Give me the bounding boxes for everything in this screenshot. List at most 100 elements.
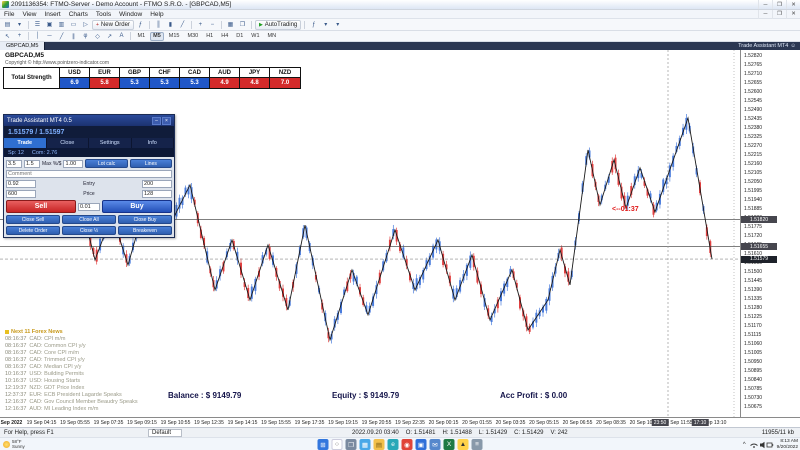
timeframe-M5[interactable]: M5 <box>149 31 165 41</box>
timeframe-H1[interactable]: H1 <box>203 32 217 41</box>
menu-tools[interactable]: Tools <box>92 10 115 19</box>
taskbar-store-icon[interactable]: ▣ <box>415 439 427 450</box>
system-tray[interactable]: ^ 8:13 AM 9/20/2022 <box>743 438 798 450</box>
terminal-icon[interactable]: ▭ <box>68 20 79 30</box>
risk-ratio-input[interactable] <box>24 159 40 168</box>
window-close-button[interactable]: ✕ <box>786 0 800 9</box>
close-all-button[interactable]: Close All <box>62 215 116 224</box>
chart-close-button[interactable]: ✕ <box>786 9 800 19</box>
taskbar-start-icon[interactable]: ⊞ <box>317 439 329 450</box>
stoploss-pips-input[interactable] <box>142 180 172 188</box>
tray-status-icons[interactable] <box>749 440 774 450</box>
crosshair-icon[interactable]: + <box>14 31 25 41</box>
taskbar-notepad-icon[interactable]: ≡ <box>471 439 483 450</box>
taskbar-chrome-icon[interactable]: ◉ <box>401 439 413 450</box>
zoom-out-icon[interactable]: − <box>207 20 218 30</box>
text-label-icon[interactable]: A <box>116 31 127 41</box>
sell-button[interactable]: Sell <box>6 200 76 213</box>
taskbar-metatrader-icon[interactable]: ▲ <box>457 439 469 450</box>
profile-selector[interactable]: Default <box>148 428 183 437</box>
shapes-icon[interactable]: ◇ <box>92 31 103 41</box>
bar-chart-icon[interactable]: ║ <box>153 20 164 30</box>
cursor-icon[interactable]: ↖ <box>2 31 13 41</box>
autotrading-button[interactable]: ▶ AutoTrading <box>254 19 302 30</box>
profiles-icon[interactable]: ▾ <box>14 20 25 30</box>
menu-help[interactable]: Help <box>146 10 167 19</box>
timeframe-D1[interactable]: D1 <box>233 32 247 41</box>
lines-button[interactable]: Lines <box>129 159 173 168</box>
cascade-windows-icon[interactable]: ❐ <box>237 20 248 30</box>
taskbar-mail-icon[interactable]: ✉ <box>429 439 441 450</box>
tile-windows-icon[interactable]: ▦ <box>225 20 236 30</box>
menu-file[interactable]: File <box>0 10 18 19</box>
strategy-tester-icon[interactable]: ▷ <box>80 20 91 30</box>
market-watch-icon[interactable]: ☰ <box>32 20 43 30</box>
timeframe-W1[interactable]: W1 <box>248 32 263 41</box>
time-axis[interactable]: 19 Sep 202219 Sep 04:1519 Sep 05:5519 Se… <box>0 417 800 427</box>
menu-insert[interactable]: Insert <box>40 10 64 19</box>
chart-minimize-button[interactable]: ─ <box>758 9 772 19</box>
vertical-line-icon[interactable]: │ <box>32 31 43 41</box>
horizontal-line-icon[interactable]: ─ <box>44 31 55 41</box>
assistant-tab-close[interactable]: Close <box>47 138 89 148</box>
channel-icon[interactable]: ∥ <box>68 31 79 41</box>
menu-charts[interactable]: Charts <box>65 10 92 19</box>
new-order-button[interactable]: + New Order <box>92 19 134 30</box>
indicators-icon[interactable]: ƒ <box>308 20 319 30</box>
chart-restore-button[interactable]: ❐ <box>772 9 786 19</box>
metaeditor-icon[interactable]: ƒ <box>135 20 146 30</box>
assistant-tab-info[interactable]: Info <box>132 138 174 148</box>
timeframe-MN[interactable]: MN <box>264 32 280 41</box>
line-chart-icon[interactable]: ╱ <box>177 20 188 30</box>
window-maximize-button[interactable]: ❐ <box>772 0 786 9</box>
assistant-close-button[interactable]: × <box>162 116 171 125</box>
arrow-icon[interactable]: ↗ <box>104 31 115 41</box>
ea-smiley-icon[interactable]: ☺ <box>790 43 796 49</box>
close-sell-button[interactable]: Close Sell <box>6 215 60 224</box>
taskbar-excel-icon[interactable]: X <box>443 439 455 450</box>
taskbar-file-explorer-icon[interactable]: ▤ <box>373 439 385 450</box>
taskbar-clock[interactable]: 8:13 AM 9/20/2022 <box>777 439 798 449</box>
assistant-tab-settings[interactable]: Settings <box>89 138 132 148</box>
fibonacci-icon[interactable]: φ <box>80 31 91 41</box>
taskbar-widgets-icon[interactable]: ▦ <box>359 439 371 450</box>
menu-window[interactable]: Window <box>115 10 146 19</box>
timeframe-M15[interactable]: M15 <box>165 32 183 41</box>
new-chart-icon[interactable]: ▤ <box>2 20 13 30</box>
assistant-minimize-button[interactable]: – <box>152 116 161 125</box>
trendline-icon[interactable]: ╱ <box>56 31 67 41</box>
timeframe-H4[interactable]: H4 <box>218 32 232 41</box>
buy-button[interactable]: Buy <box>102 200 172 213</box>
weather-widget[interactable]: 58°F Sunny <box>3 439 25 449</box>
takeprofit-input[interactable] <box>6 190 36 198</box>
lot-calc-button[interactable]: Lot calc <box>85 159 128 168</box>
lots-input[interactable] <box>63 159 84 168</box>
navigator-icon[interactable]: ▥ <box>56 20 67 30</box>
close-half-button[interactable]: Close ½ <box>62 226 116 235</box>
comment-input[interactable] <box>6 170 172 178</box>
close-buy-button[interactable]: Close Buy <box>118 215 172 224</box>
breakeven-button[interactable]: Breakeven <box>118 226 172 235</box>
taskbar-search-icon[interactable]: ○ <box>331 439 343 450</box>
periods-dropdown-icon[interactable]: ▾ <box>320 20 331 30</box>
data-window-icon[interactable]: ▣ <box>44 20 55 30</box>
chart-tab-gbpcad-m5[interactable]: GBPCAD,M5 <box>0 42 46 50</box>
menu-view[interactable]: View <box>18 10 40 19</box>
zoom-in-icon[interactable]: + <box>195 20 206 30</box>
price-axis[interactable]: 1.52820 1.52765 1.52710 1.52655 1.52600 1.525… <box>740 50 800 417</box>
trade-assistant-titlebar[interactable]: Trade Assistant MT4 0.5 – × <box>4 115 174 126</box>
taskbar-edge-icon[interactable]: e <box>387 439 399 450</box>
window-minimize-button[interactable]: ─ <box>758 0 772 9</box>
calculated-lot-input[interactable] <box>78 202 100 211</box>
delete-order-button[interactable]: Delete Order <box>6 226 60 235</box>
takeprofit-pips-input[interactable] <box>142 190 172 198</box>
stoploss-input[interactable] <box>6 180 36 188</box>
templates-icon[interactable]: ▾ <box>332 20 343 30</box>
hidden-icons-chevron-icon[interactable]: ^ <box>743 442 746 448</box>
timeframe-M30[interactable]: M30 <box>184 32 202 41</box>
taskbar-task-view-icon[interactable]: ❐ <box>345 439 357 450</box>
timeframe-M1[interactable]: M1 <box>134 32 149 41</box>
risk-percent-input[interactable] <box>6 159 22 168</box>
assistant-tab-trade[interactable]: Trade <box>4 138 47 148</box>
candlestick-chart-icon[interactable]: ▮ <box>165 20 176 30</box>
